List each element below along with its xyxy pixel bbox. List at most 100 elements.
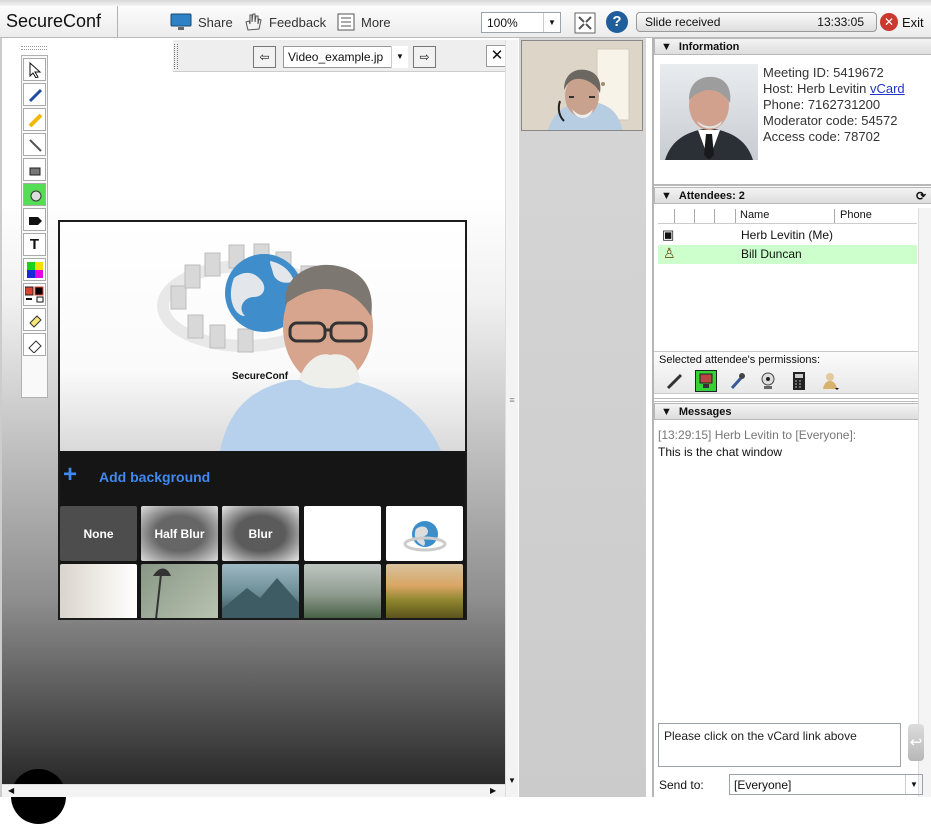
send-to-select[interactable]: [Everyone] ▼	[729, 774, 923, 795]
host-name: Host: Herb Levitin	[763, 81, 867, 96]
rectangle-tool[interactable]	[23, 158, 46, 181]
send-to-value: [Everyone]	[734, 778, 792, 792]
column-divider	[834, 209, 835, 223]
more-button[interactable]: More	[337, 13, 391, 31]
status-text: Slide received	[645, 15, 721, 29]
name-column-header[interactable]: Name	[740, 209, 769, 221]
zoom-value: 100%	[487, 16, 518, 30]
chevron-down-icon: ▼	[391, 46, 408, 68]
refresh-icon[interactable]: ⟳	[916, 189, 926, 203]
background-room[interactable]	[60, 564, 137, 618]
horizontal-scrollbar[interactable]: ◀ ▶	[2, 784, 505, 797]
background-sunset[interactable]	[386, 564, 463, 618]
messages-header[interactable]: ▼ Messages	[654, 403, 931, 420]
conference-background-image: SecureConf	[157, 243, 441, 451]
previous-slide-button[interactable]: ⇦	[253, 46, 276, 68]
navigation-grip[interactable]	[174, 44, 178, 69]
exit-button[interactable]: ✕ Exit	[880, 13, 924, 31]
line-icon	[28, 138, 42, 152]
scroll-down-icon[interactable]: ▼	[507, 776, 517, 785]
zoom-select[interactable]: 100% ▼	[481, 12, 561, 33]
feedback-button[interactable]: Feedback	[243, 13, 326, 31]
eraser-icon	[28, 314, 42, 328]
share-label: Share	[198, 14, 233, 30]
chat-input[interactable]: Please click on the vCard link above	[658, 723, 901, 767]
text-tool[interactable]: T	[23, 233, 46, 256]
attendee-row-selected[interactable]: ♙ Bill Duncan	[658, 245, 917, 264]
microphone-permission-icon[interactable]	[726, 370, 748, 392]
pen-icon	[28, 88, 42, 102]
toolbar-grip[interactable]	[21, 46, 47, 50]
video-panel	[519, 38, 646, 797]
column-divider	[735, 209, 736, 223]
presenter-permission-icon[interactable]	[695, 370, 717, 392]
background-blur-label: Blur	[248, 526, 273, 541]
close-icon: ✕	[880, 13, 898, 31]
share-button[interactable]: Share	[170, 13, 233, 31]
ellipse-tool[interactable]	[23, 183, 46, 206]
host-line: Host: Herb Levitin vCard	[763, 81, 905, 96]
list-icon	[337, 13, 355, 31]
monitor-icon	[170, 13, 192, 30]
draw-permission-icon[interactable]	[664, 370, 686, 392]
phone-number: Phone: 7162731200	[763, 97, 881, 112]
attendees-header[interactable]: ▼ Attendees: 2 ⟳	[654, 187, 931, 204]
information-header[interactable]: ▼ Information	[654, 38, 931, 55]
side-panel: ▼ Information Meeting ID: 5419672 Host: H…	[652, 38, 931, 797]
scroll-grip-icon: ≡	[509, 395, 515, 405]
slide-filename: Video_example.jp	[288, 50, 384, 64]
help-icon[interactable]: ?	[606, 11, 628, 33]
plus-icon: +	[63, 461, 78, 488]
line-tool[interactable]	[23, 133, 46, 156]
background-mountain[interactable]	[222, 564, 299, 618]
side-scrollbar[interactable]	[918, 208, 931, 797]
logo-text: SecureConf	[232, 371, 289, 382]
scroll-right-icon[interactable]: ▶	[490, 786, 496, 795]
status-bar: Slide received 13:33:05	[636, 12, 877, 32]
rectangle-icon	[29, 167, 40, 175]
phone-permission-icon[interactable]	[788, 370, 810, 392]
collapse-triangle-icon: ▼	[661, 405, 672, 418]
next-slide-button[interactable]: ⇨	[413, 46, 436, 68]
send-to-label: Send to:	[659, 778, 704, 792]
column-divider	[714, 209, 715, 223]
add-eraser-tool[interactable]	[23, 308, 46, 331]
arrow-tool[interactable]	[23, 208, 46, 231]
background-lamp[interactable]	[141, 564, 218, 618]
close-icon: ✕	[490, 47, 504, 64]
user-permission-icon[interactable]	[819, 370, 841, 392]
background-globe[interactable]	[386, 506, 463, 561]
phone-column-header[interactable]: Phone	[840, 209, 872, 221]
color-picker[interactable]	[23, 258, 46, 281]
vertical-scrollbar[interactable]: ≡ ▼	[505, 40, 518, 797]
highlighter-tool[interactable]	[23, 108, 46, 131]
pointer-tool[interactable]	[23, 58, 46, 81]
background-half-blur[interactable]: Half Blur	[141, 506, 218, 561]
globe-thumbnail-icon	[403, 520, 446, 551]
webcam-permission-icon[interactable]	[757, 370, 779, 392]
top-toolbar: SecureConf Share Feedback More 100% ▼ ? S…	[0, 0, 931, 38]
scroll-left-icon[interactable]: ◀	[8, 786, 14, 795]
slide-file-select[interactable]: Video_example.jp	[283, 46, 408, 68]
drawing-tools: T	[21, 55, 48, 398]
line-width-tool[interactable]	[23, 283, 46, 306]
video-preview: SecureConf	[60, 222, 465, 451]
access-code: Access code: 78702	[763, 129, 881, 144]
add-background-button[interactable]: + Add background	[60, 452, 465, 508]
lamp-thumbnail-icon	[153, 568, 171, 618]
vcard-link[interactable]: vCard	[870, 81, 905, 96]
fullscreen-icon[interactable]	[574, 12, 596, 34]
background-half-blur-label: Half Blur	[154, 526, 205, 541]
background-white[interactable]	[304, 506, 381, 561]
attendee-row[interactable]: ▣ Herb Levitin (Me)	[658, 226, 917, 245]
send-button[interactable]: ↩	[908, 724, 924, 761]
background-grass[interactable]	[304, 564, 381, 618]
section-divider	[654, 398, 931, 402]
hand-icon	[245, 13, 262, 31]
background-blur[interactable]: Blur	[222, 506, 299, 561]
pen-tool[interactable]	[23, 83, 46, 106]
permissions-label: Selected attendee's permissions:	[659, 354, 821, 366]
video-thumbnail[interactable]	[521, 40, 643, 131]
background-none[interactable]: None	[60, 506, 137, 561]
clear-tool[interactable]	[23, 333, 46, 356]
